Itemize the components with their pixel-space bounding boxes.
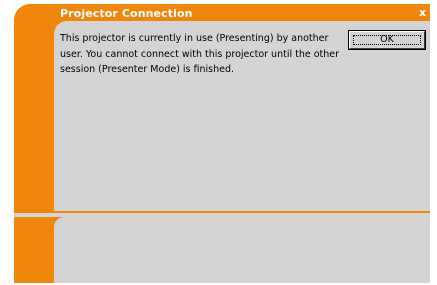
projector-connection-dialog: Projector Connection x This projector is… — [14, 4, 430, 283]
ok-button[interactable]: OK — [349, 31, 425, 49]
lower-panel — [54, 217, 430, 283]
dialog-message: This projector is currently in use (Pres… — [60, 33, 340, 75]
close-icon[interactable]: x — [417, 7, 428, 18]
dialog-title: Projector Connection — [60, 7, 193, 20]
